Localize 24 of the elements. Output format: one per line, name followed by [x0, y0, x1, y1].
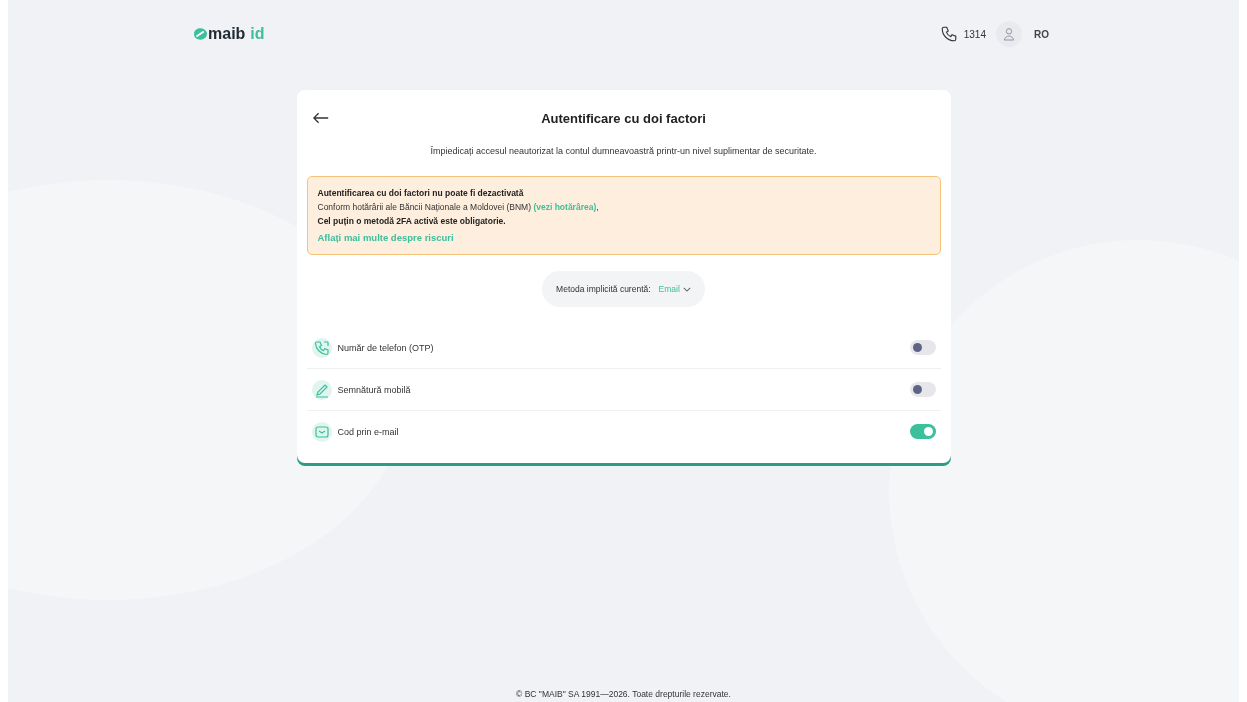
method-label: Număr de telefon (OTP) — [337, 342, 435, 353]
language-button[interactable]: RO — [1028, 28, 1049, 40]
logo-icon — [194, 28, 207, 40]
toggle-switch[interactable] — [909, 382, 936, 397]
toggle-switch[interactable] — [909, 424, 936, 439]
subtitle-text: Împiedicați accesul neautorizat la contul dumneavoastră printr-un nivel suplimentar de securitate. — [429, 146, 818, 156]
phone-icon — [311, 337, 332, 358]
method-label: Cod prin e-mail — [337, 426, 400, 437]
person-icon — [1001, 26, 1017, 42]
notice-title: Autentificarea cu doi factori nu poate fi dezactivată — [317, 187, 525, 200]
envelope-icon — [311, 421, 332, 442]
page-title: Autentificare cu doi factori — [540, 110, 707, 126]
logo-text: id — [250, 25, 265, 43]
notice-text: Cel puțin o metodă 2FA activă este obligatorie. — [317, 215, 507, 228]
phone-icon — [939, 25, 958, 43]
caret-icon — [682, 286, 691, 292]
toggle-switch[interactable] — [909, 340, 936, 355]
notice-text: Conform hotărârii ale Băncii Naționale a Moldovei (BNM) (vezi hotărârea), — [317, 201, 600, 214]
default-method-dropdown[interactable]: Metoda implicită curentă: Email — [542, 271, 705, 307]
pen-icon — [311, 379, 332, 400]
footer-text: © BC "MAIB" SA 1991—2026. Toate drepturile rezervate. — [515, 689, 732, 701]
phone-number-link[interactable]: 1314 — [963, 28, 986, 40]
logo-text: maib — [208, 25, 246, 43]
method-label: Semnătură mobilă — [337, 384, 412, 395]
